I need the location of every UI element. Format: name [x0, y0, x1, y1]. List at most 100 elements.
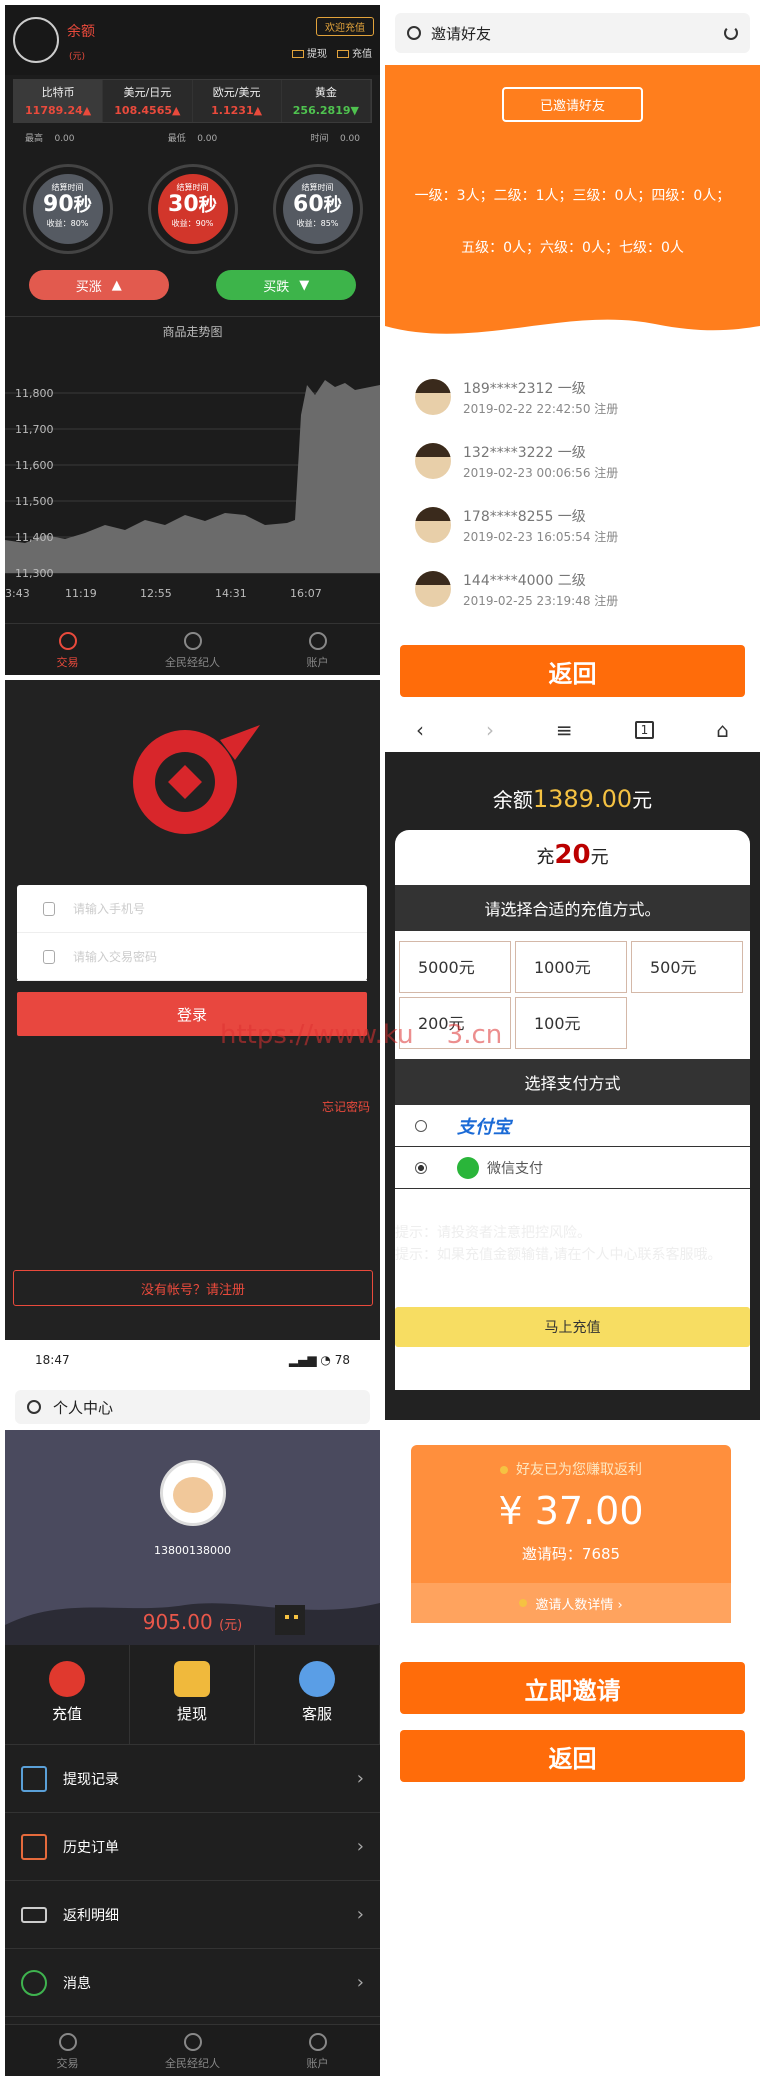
x-tick: 16:07: [290, 587, 322, 600]
avatar[interactable]: [159, 1460, 226, 1526]
menu-icon[interactable]: ≡: [556, 718, 573, 742]
search-text: 个人中心: [53, 1398, 114, 1417]
time-label: 时间: [310, 134, 329, 144]
buy-down-button[interactable]: 买跌 ▼: [216, 270, 357, 300]
chart-title: 商品走势图: [5, 316, 380, 340]
timer-profit: 收益：80%: [46, 219, 89, 228]
y-tick: 11,700: [15, 423, 54, 436]
search-bar[interactable]: 邀请好友: [395, 13, 750, 53]
back-button[interactable]: 返回: [400, 645, 745, 697]
tip-line: 提示：请投资者注意把控风险。: [395, 1225, 591, 1241]
timer-30s[interactable]: 结算时间 30秒 收益：90%: [147, 164, 238, 254]
amount-option[interactable]: 500元: [631, 941, 743, 993]
alipay-option[interactable]: 支付宝: [395, 1105, 750, 1147]
buy-down-label: 买跌: [263, 279, 290, 295]
action-recharge[interactable]: 充值: [5, 1645, 130, 1744]
timer-unit: 秒: [198, 195, 217, 216]
invite-details-link[interactable]: 邀请人数详情 ›: [411, 1583, 731, 1623]
rebate-title-text: 好友已为您赚取返利: [516, 1462, 642, 1478]
account-icon: [308, 2033, 327, 2051]
back-button[interactable]: 返回: [400, 1730, 745, 1782]
ticker-value: 256.2819▼: [292, 104, 359, 117]
list-item: 132****3222 一级 2019-02-23 00:06:56 注册: [415, 429, 618, 493]
battery-level: 78: [334, 1353, 350, 1367]
invited-friends-button[interactable]: 已邀请好友: [501, 87, 643, 122]
y-tick: 11,800: [15, 387, 54, 400]
levels-line-2: 五级：0人；六级：0人；七级：0人: [461, 240, 684, 256]
invite-code: 邀请码：7685: [521, 1545, 621, 1563]
rebate-title: 好友已为您赚取返利: [411, 1459, 731, 1479]
nav-account[interactable]: 账户: [255, 2025, 380, 2076]
recharge-link[interactable]: 充值: [337, 45, 372, 60]
tab-usd-jpy[interactable]: 美元/日元 108.4565▲: [103, 80, 193, 122]
radio-wechat[interactable]: [415, 1161, 427, 1174]
invite-list: 189****2312 一级 2019-02-22 22:42:50 注册 132…: [415, 365, 618, 621]
trade-header: 余额 (元) 欢迎充值 提现 充值: [5, 5, 380, 75]
chevron-right-icon: ›: [356, 1972, 364, 1993]
invite-now-button[interactable]: 立即邀请: [400, 1662, 745, 1714]
forgot-password-link[interactable]: 忘记密码: [322, 1098, 370, 1115]
register-link[interactable]: 没有帐号？请注册: [13, 1270, 373, 1306]
recharge-now-button[interactable]: 马上充值: [395, 1307, 750, 1347]
timer-profit: 收益：85%: [296, 219, 339, 228]
buy-up-button[interactable]: 买涨 ▲: [28, 270, 169, 300]
nav-account[interactable]: 账户: [255, 624, 380, 675]
watermark-text: https://www.ku: [220, 1020, 414, 1050]
ticker-value: 1.1231▲: [211, 104, 263, 117]
radio-alipay[interactable]: [415, 1119, 427, 1132]
nav-trade[interactable]: 交易: [5, 624, 130, 675]
timer-60s[interactable]: 结算时间 60秒 收益：85%: [272, 164, 363, 254]
action-support[interactable]: 客服: [255, 1645, 380, 1744]
rebate-card: 好友已为您赚取返利 ¥ 37.00 邀请码：7685 邀请人数详情 ›: [411, 1445, 731, 1623]
browser-back-icon[interactable]: ‹: [416, 718, 424, 742]
nav-trade[interactable]: 交易: [5, 2025, 130, 2076]
low-value: 0.00: [197, 134, 218, 144]
ticker-name: 黄金: [314, 86, 337, 99]
user-avatar: [415, 379, 451, 415]
withdraw-link[interactable]: 提现: [292, 45, 327, 60]
welcome-recharge-badge[interactable]: 欢迎充值: [316, 17, 374, 36]
search-bar[interactable]: 个人中心: [15, 1390, 370, 1424]
broker-icon: [183, 632, 202, 650]
withdraw-label: 提现: [307, 49, 327, 60]
row-label: 消息: [63, 1975, 91, 1992]
timer-seconds: 60: [293, 192, 324, 217]
refresh-icon[interactable]: [724, 26, 738, 40]
high-value: 0.00: [54, 134, 75, 144]
password-field[interactable]: 请输入交易密码: [17, 933, 367, 981]
row-withdraw-records[interactable]: 提现记录 ›: [5, 1745, 380, 1813]
tab-gold[interactable]: 黄金 256.2819▼: [282, 80, 371, 122]
row-messages[interactable]: 消息 ›: [5, 1949, 380, 2017]
tabs-icon[interactable]: 1: [634, 721, 655, 739]
timer-unit: 秒: [323, 195, 342, 216]
row-rebate-details[interactable]: 返利明细 ›: [5, 1881, 380, 1949]
tab-eur-usd[interactable]: 欧元/美元 1.1231▲: [193, 80, 282, 122]
x-tick: 14:31: [215, 587, 247, 600]
amount-option[interactable]: 5000元: [399, 941, 511, 993]
money-display: 905.00 (元): [5, 1610, 380, 1634]
levels-line-1: 一级：3人；二级：1人；三级：0人；四级：0人；: [414, 188, 731, 204]
browser-forward-icon[interactable]: ›: [486, 718, 494, 742]
price-chart[interactable]: 11,800 11,700 11,600 11,500 11,400 11,30…: [5, 375, 380, 605]
wechat-option[interactable]: 微信支付: [395, 1147, 750, 1189]
home-icon[interactable]: ⌂: [716, 718, 729, 742]
phone-field[interactable]: 请输入手机号: [17, 885, 367, 933]
action-label: 提现: [176, 1705, 207, 1723]
low-label: 最低: [167, 134, 186, 144]
tab-bitcoin[interactable]: 比特币 11789.24▲: [14, 80, 104, 122]
timer-90s[interactable]: 结算时间 90秒 收益：80%: [22, 164, 113, 254]
row-label: 历史订单: [63, 1839, 119, 1856]
amount-option[interactable]: 1000元: [515, 941, 627, 993]
search-icon: [27, 1400, 41, 1414]
recharge-label: 充值: [352, 49, 372, 60]
nav-broker[interactable]: 全民经纪人: [130, 624, 255, 675]
amount-option[interactable]: 100元: [515, 997, 627, 1049]
low-stat: 最低 0.00: [168, 131, 218, 144]
records-icon: [21, 1765, 47, 1792]
nav-broker[interactable]: 全民经纪人: [130, 2025, 255, 2076]
row-order-history[interactable]: 历史订单 ›: [5, 1813, 380, 1881]
avatar[interactable]: [13, 17, 59, 63]
x-tick: 12:55: [140, 587, 172, 600]
action-withdraw[interactable]: 提现: [130, 1645, 255, 1744]
charge-prefix: 充: [536, 847, 555, 868]
